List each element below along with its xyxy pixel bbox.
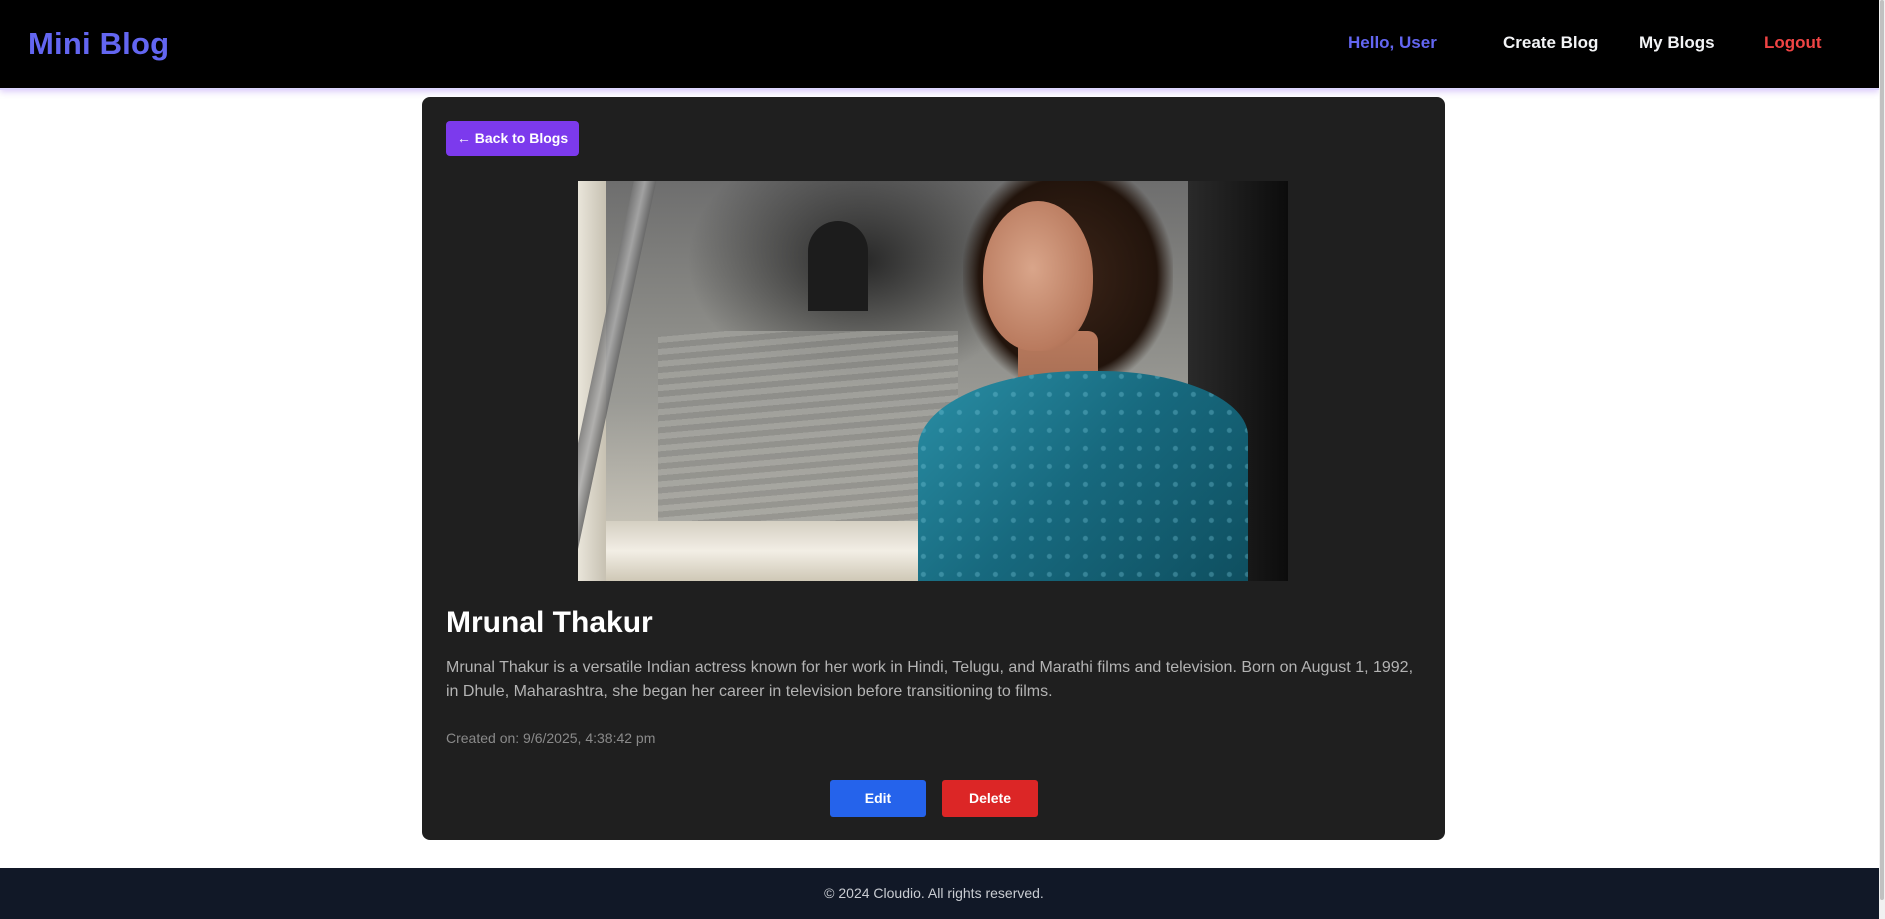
top-navbar: Mini Blog Hello, User Create Blog My Blo… (0, 0, 1879, 88)
page: Mini Blog Hello, User Create Blog My Blo… (0, 0, 1885, 919)
post-created-date: Created on: 9/6/2025, 4:38:42 pm (446, 730, 656, 746)
delete-button[interactable]: Delete (942, 780, 1038, 817)
blog-post-card: ← Back to Blogs Mrunal Thakur Mrunal Tha… (422, 97, 1445, 840)
footer: © 2024 Cloudio. All rights reserved. (0, 868, 1879, 919)
scrollbar-thumb[interactable] (1880, 0, 1884, 900)
copyright-text: © 2024 Cloudio. All rights reserved. (824, 885, 1044, 901)
edit-button[interactable]: Edit (830, 780, 926, 817)
site-logo[interactable]: Mini Blog (28, 24, 169, 64)
user-greeting: Hello, User (1348, 33, 1437, 52)
post-title: Mrunal Thakur (446, 606, 653, 639)
nav-my-blogs[interactable]: My Blogs (1639, 31, 1715, 55)
page-scrollbar[interactable] (1879, 0, 1885, 919)
post-cover-image (578, 181, 1288, 581)
logout-link[interactable]: Logout (1764, 31, 1822, 55)
back-to-blogs-button[interactable]: ← Back to Blogs (446, 121, 579, 156)
post-content: Mrunal Thakur is a versatile Indian actr… (446, 659, 1414, 700)
nav-create-blog[interactable]: Create Blog (1503, 31, 1598, 55)
